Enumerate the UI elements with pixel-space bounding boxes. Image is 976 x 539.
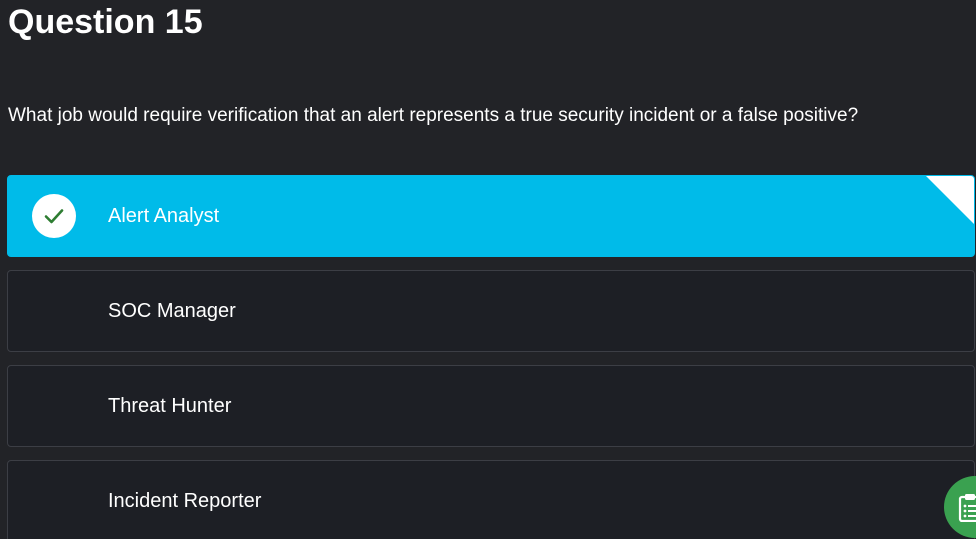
selected-corner-marker [926,176,974,224]
answer-option-alert-analyst[interactable]: Alert Analyst [7,175,975,257]
answer-option-soc-manager[interactable]: SOC Manager [7,270,975,352]
question-text: What job would require verification that… [8,105,859,126]
question-title: Question 15 [8,3,203,41]
selected-check-badge [32,194,76,238]
answer-option-label: SOC Manager [108,300,236,322]
answer-option-label: Alert Analyst [108,205,220,227]
checkmark-icon [44,209,64,224]
clipboard-icon [958,494,976,522]
answer-option-label: Incident Reporter [108,490,262,512]
answer-option-incident-reporter[interactable]: Incident Reporter [7,460,975,539]
answer-option-label: Threat Hunter [108,395,232,417]
answer-option-threat-hunter[interactable]: Threat Hunter [7,365,975,447]
quiz-page: Question 15 What job would require verif… [0,0,976,539]
answer-options: Alert Analyst SOC Manager Threat Hunter … [7,175,975,539]
